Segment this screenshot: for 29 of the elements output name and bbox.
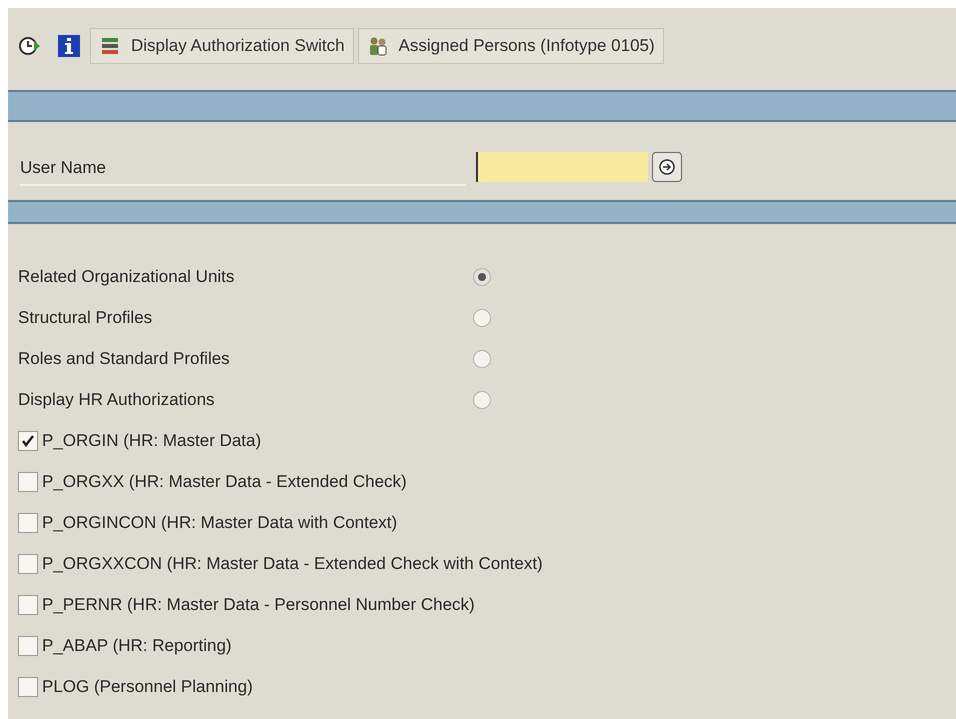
info-icon [57, 34, 81, 58]
checkbox-label: PLOG (Personnel Planning) [42, 676, 253, 696]
checkbox[interactable] [18, 636, 38, 656]
user-name-field[interactable] [476, 152, 648, 182]
checkbox[interactable] [18, 430, 38, 450]
option-label: Structural Profiles [18, 308, 154, 328]
checkbox-label: P_PERNR (HR: Master Data - Personnel Number Check) [42, 594, 475, 614]
stack-icon [99, 35, 121, 57]
checkbox[interactable] [18, 512, 38, 532]
checkbox-label: P_ORGINCON (HR: Master Data with Context) [42, 512, 398, 532]
checkbox[interactable] [18, 676, 38, 696]
option-label: Roles and Standard Profiles [18, 348, 231, 368]
user-name-label: User Name [20, 158, 466, 186]
radio-button[interactable] [473, 268, 491, 286]
option-label: Display HR Authorizations [18, 390, 216, 410]
checkbox[interactable] [18, 554, 38, 574]
display-authorization-switch-button[interactable]: Display Authorization Switch [90, 28, 354, 64]
value-help-button[interactable] [652, 152, 682, 182]
radio-button[interactable] [473, 308, 491, 326]
checkbox[interactable] [18, 472, 38, 492]
option-label: Related Organizational Units [18, 266, 236, 286]
radio-button[interactable] [473, 390, 491, 408]
checkbox-label: P_ORGIN (HR: Master Data) [42, 430, 262, 450]
radio-button[interactable] [473, 350, 491, 368]
checkbox-label: P_ORGXXCON (HR: Master Data - Extended Check with Context) [42, 554, 543, 574]
checkbox[interactable] [18, 594, 38, 614]
checkbox-label: P_ORGXX (HR: Master Data - Extended Check) [42, 472, 407, 492]
assigned-persons-button[interactable]: Assigned Persons (Infotype 0105) [358, 28, 664, 64]
checkbox-label: P_ABAP (HR: Reporting) [42, 636, 232, 656]
